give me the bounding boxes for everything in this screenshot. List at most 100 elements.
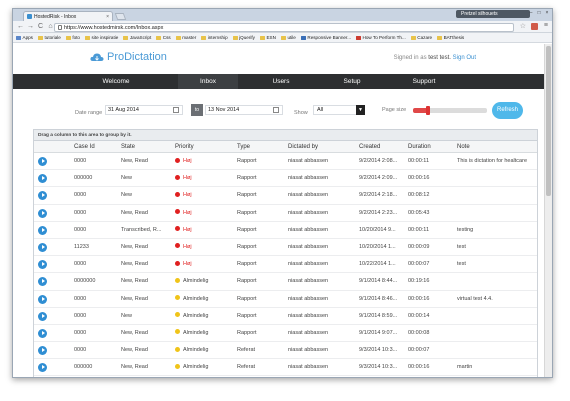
address-bar[interactable]: https://www.hostedmirsk.com/Inbox.aspx [54,23,514,32]
bookmark-label: Apps [22,35,33,40]
table-row[interactable]: 000000 New, Read Almindelig Referat niasat a… [34,359,537,377]
sign-out-link[interactable]: Sign Out [453,55,476,61]
page-size-slider[interactable] [413,106,487,115]
table-row[interactable]: 0000 New Almindelig Rapport niasat abbassen 9… [34,308,537,325]
back-icon[interactable]: ← [17,23,24,30]
scrollbar-thumb[interactable] [546,46,551,196]
refresh-button[interactable]: Refresh [492,102,523,119]
slider-handle[interactable] [425,106,430,115]
play-icon[interactable] [38,311,47,321]
bookmark-item[interactable]: Cazare [410,35,432,40]
table-row[interactable]: 0000 New Høj Rapport niasat abbassen 9/2/2014… [34,187,537,205]
forward-icon[interactable]: → [27,23,34,30]
browser-tab[interactable]: HostedRisk - Inbox × [23,11,113,21]
new-tab-button[interactable] [114,13,127,20]
bookmark-star-icon[interactable]: ☆ [520,22,526,30]
play-icon[interactable] [38,225,47,235]
nav-support[interactable]: Support [396,74,452,89]
play-icon[interactable] [38,277,47,287]
bookmark-item[interactable]: site inspiratie [85,35,118,40]
minimize-icon[interactable]: – [528,10,534,16]
col-type-cell: Referat [237,347,256,354]
col-note-header[interactable]: Note [455,141,470,153]
bookmark-item[interactable]: ESN [259,35,276,40]
play-icon[interactable] [38,260,47,270]
home-icon[interactable]: ⌂ [47,23,54,30]
play-icon[interactable] [38,191,47,201]
group-area[interactable]: Drag a column to this area to group by i… [34,130,537,141]
bookmark-item[interactable]: internship [201,35,228,40]
tab-close-icon[interactable]: × [106,14,109,20]
play-icon[interactable] [38,242,47,252]
play-icon[interactable] [38,346,47,356]
nav-inbox[interactable]: Inbox [178,74,238,89]
profile-chip[interactable]: Pretzel silhouets [456,10,530,18]
table-row[interactable]: 0000 Transcribed, R... Høj Rapport niasat ab… [34,222,537,239]
priority-dot-icon [175,277,180,283]
bookmark-item[interactable]: JavaScript [123,35,151,40]
col-dictated-by-header[interactable]: Dictated by [286,141,318,153]
bookmark-item[interactable]: Apps [16,35,33,40]
bookmark-item[interactable]: master [175,35,196,40]
close-window-icon[interactable]: × [544,10,550,16]
col-priority-header[interactable]: Priority [173,141,194,153]
app-logo[interactable]: ProDictation [90,51,167,63]
play-icon[interactable] [38,328,47,338]
col-type-header[interactable]: Type [235,141,250,153]
table-row[interactable]: 0000 New, Read Almindelig Rapport niasat abb… [34,291,537,308]
col-case-id-header[interactable]: Case Id [72,141,95,153]
nav-users[interactable]: Users [255,74,307,89]
col-created-cell: 9/2/2014 2:09... [359,175,398,182]
col-type-cell: Rapport [237,192,257,199]
col-state-header[interactable]: State [119,141,135,153]
date-to-input[interactable]: 13 Nov 2014 [205,105,283,115]
bookmark-item[interactable]: Css [156,35,171,40]
table-row[interactable]: 0000 New, Read Almindelig Rapport niasat abb… [34,325,537,343]
play-icon[interactable] [38,363,47,373]
tab-strip: HostedRisk - Inbox × Pretzel silhouets –… [13,9,552,21]
bookmark-item[interactable]: foto [65,35,80,40]
col-note-cell: test [457,243,466,250]
calendar-icon[interactable] [173,107,179,113]
play-icon[interactable] [38,157,47,166]
col-dictated-by-cell: niasat abbassen [288,295,329,302]
col-state-cell: New, Read [121,158,148,164]
table-row[interactable]: 000000 New Høj Rapport niasat abbassen 9/2/20… [34,170,537,188]
bookmark-item[interactable]: tutoriale [37,35,61,40]
calendar-icon[interactable] [273,107,279,113]
tab-title: HostedRisk - Inbox [34,13,77,20]
maximize-icon[interactable]: □ [536,10,542,16]
col-note-cell: test [457,261,466,268]
bookmark-item[interactable]: utile [280,35,296,40]
bookmark-item[interactable]: Responsive Banner... [300,35,351,40]
extension-icon[interactable] [531,23,538,30]
page-scrollbar[interactable] [544,44,552,377]
table-row[interactable]: 0000 New, Read Almindelig Referat niasat abb… [34,342,537,360]
table-row[interactable]: 11233 New, Read Høj Rapport niasat abbassen 1… [34,239,537,257]
bookmark-item[interactable]: BATthesis [437,35,464,40]
play-icon[interactable] [38,174,47,184]
inbox-grid: Drag a column to this area to group by i… [33,129,538,377]
col-created-header[interactable]: Created [357,141,380,153]
date-from-input[interactable]: 31 Aug 2014 [105,105,183,115]
nav-setup[interactable]: Setup [326,74,378,89]
table-row[interactable]: 0000 New, Read Høj Rapport niasat abbassen 10… [34,256,537,274]
table-row[interactable]: 0000 New, Read Høj Rapport niasat abbassen 9/… [34,205,537,222]
browser-menu-icon[interactable]: ≡ [544,22,548,29]
col-note-cell [457,187,537,204]
bookmark-item[interactable]: jQuerify [232,35,255,40]
col-created-cell: 9/2/2014 2:23... [359,209,398,216]
priority-label: Almindelig [183,329,209,336]
col-duration-header[interactable]: Duration [406,141,431,153]
table-row[interactable]: 0000 New, Read Høj Rapport niasat abbassen 9/… [34,153,537,171]
col-created-cell: 9/1/2014 8:44... [359,278,398,285]
show-select[interactable]: All ▼ [313,105,365,115]
reload-icon[interactable]: C [37,23,44,30]
nav-welcome[interactable]: Welcome [85,74,147,89]
col-dictated-by-cell: niasat abbassen [288,226,329,233]
bookmark-item[interactable]: How To Perform Th... [356,35,406,40]
play-icon[interactable] [38,208,47,218]
table-row[interactable]: 0000000 New, Read Almindelig Rapport niasat … [34,273,537,291]
play-icon[interactable] [38,294,47,304]
col-dictated-by-cell: niasat abbassen [288,175,329,182]
